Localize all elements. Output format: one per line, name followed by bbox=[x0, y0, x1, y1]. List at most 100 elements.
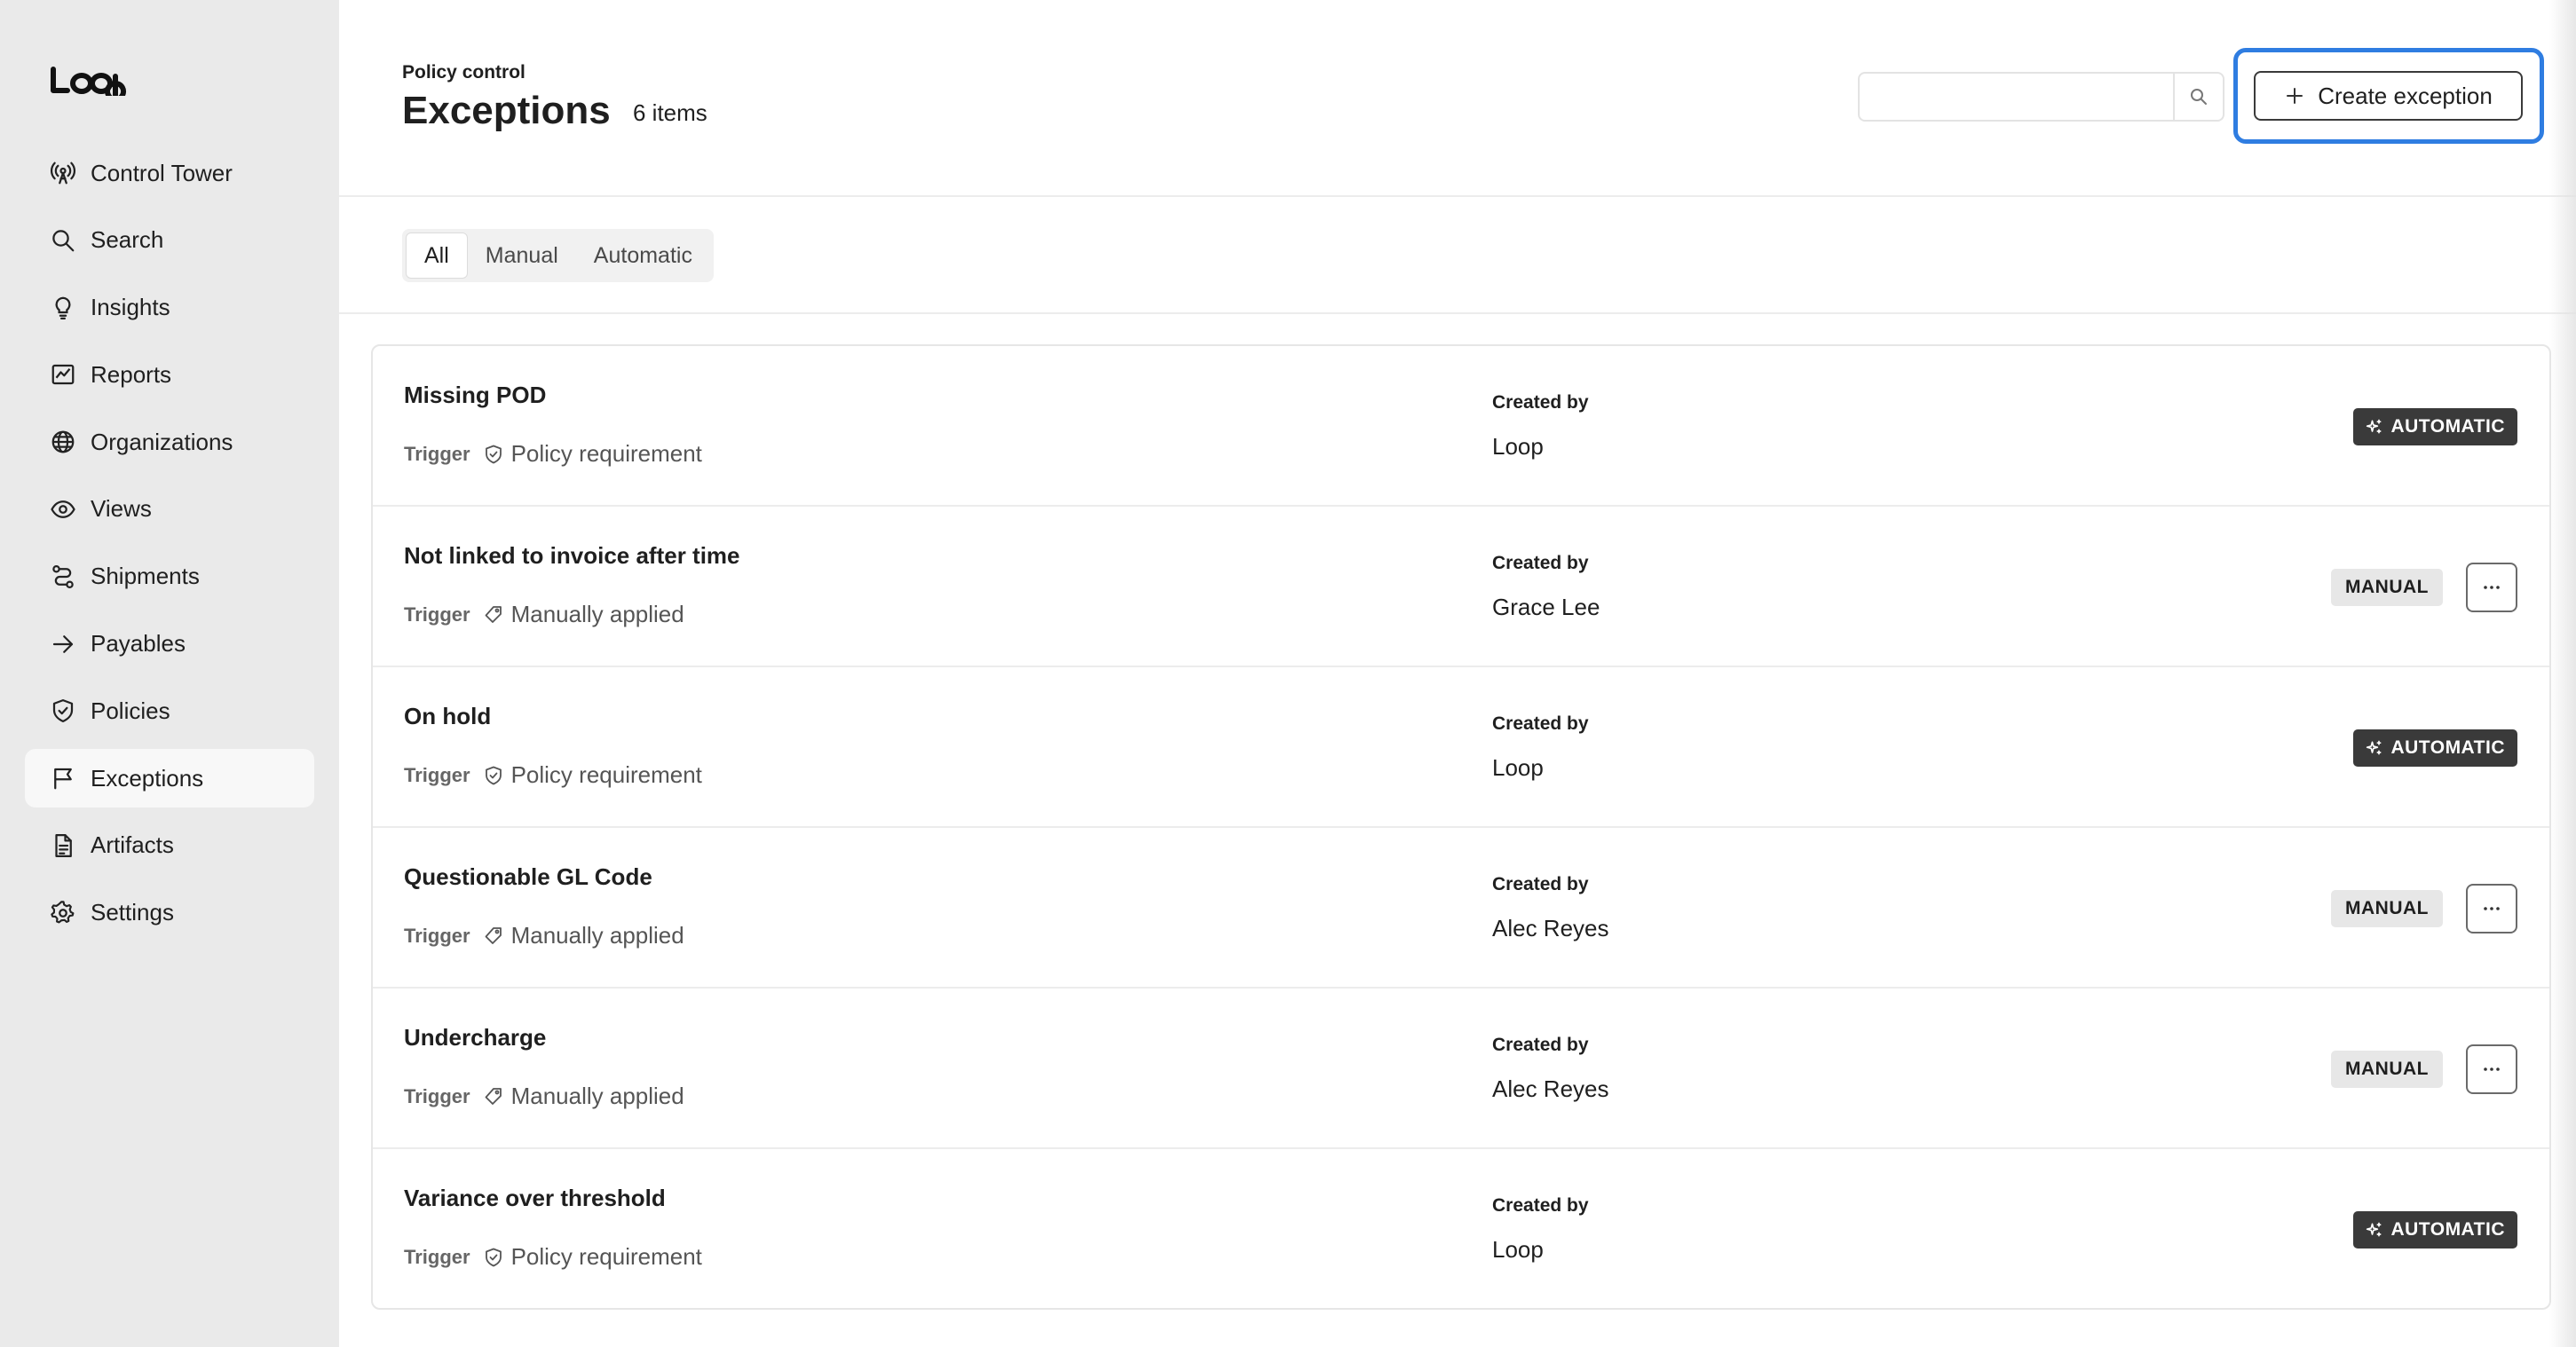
created-by-label: Created by bbox=[1492, 392, 1589, 413]
loop-logo[interactable]: LOOP bbox=[50, 66, 131, 102]
sparkle-icon bbox=[2366, 739, 2383, 757]
type-badge-label: AUTOMATIC bbox=[2390, 737, 2505, 758]
created-by-label: Created by bbox=[1492, 1035, 1589, 1055]
shield-check-icon bbox=[483, 765, 504, 786]
sidebar-item-views[interactable]: Views bbox=[25, 480, 314, 539]
antenna-icon bbox=[50, 160, 76, 186]
plus-icon bbox=[2284, 85, 2305, 106]
eye-icon bbox=[50, 496, 76, 523]
sidebar-item-control-tower[interactable]: Control Tower bbox=[25, 144, 314, 202]
more-actions-button[interactable] bbox=[2466, 884, 2517, 933]
sidebar-item-policies[interactable]: Policies bbox=[25, 681, 314, 740]
trigger-label: Trigger bbox=[404, 763, 470, 786]
globe-icon bbox=[50, 429, 76, 455]
created-by-value: Alec Reyes bbox=[1492, 915, 1609, 941]
shield-check-icon bbox=[483, 444, 504, 465]
ellipsis-icon bbox=[2484, 1067, 2500, 1071]
sidebar-item-label: Control Tower bbox=[91, 159, 233, 186]
created-by-value: Grace Lee bbox=[1492, 594, 1600, 620]
trigger-label: Trigger bbox=[404, 442, 470, 465]
trigger-info: Trigger Policy requirement bbox=[404, 440, 702, 468]
sidebar-item-organizations[interactable]: Organizations bbox=[25, 413, 314, 471]
search-box bbox=[1858, 72, 2224, 122]
sidebar-item-label: Views bbox=[91, 495, 152, 523]
sidebar-item-artifacts[interactable]: Artifacts bbox=[25, 816, 314, 875]
file-icon bbox=[50, 832, 76, 859]
search-button[interactable] bbox=[2173, 74, 2223, 120]
trigger-value: Policy requirement bbox=[510, 1243, 702, 1270]
sidebar-item-settings[interactable]: Settings bbox=[25, 884, 314, 942]
shield-check-icon bbox=[483, 1247, 504, 1268]
created-by-value: Loop bbox=[1492, 1236, 1544, 1263]
create-exception-button[interactable]: Create exception bbox=[2254, 71, 2523, 121]
created-by-value: Loop bbox=[1492, 433, 1544, 460]
create-exception-label: Create exception bbox=[2318, 82, 2493, 109]
item-count: 6 items bbox=[633, 99, 707, 126]
list-item[interactable]: Questionable GL Code Trigger Manually ap… bbox=[373, 828, 2549, 989]
created-by-label: Created by bbox=[1492, 553, 1589, 573]
exception-name: Questionable GL Code bbox=[404, 863, 652, 890]
gear-icon bbox=[50, 900, 76, 926]
tab-manual[interactable]: Manual bbox=[468, 232, 576, 279]
sidebar-item-label: Policies bbox=[91, 697, 170, 724]
ellipsis-icon bbox=[2484, 907, 2500, 910]
sidebar-item-reports[interactable]: Reports bbox=[25, 345, 314, 404]
list-item[interactable]: On hold Trigger Policy requirement Creat… bbox=[373, 667, 2549, 828]
manual-badge: MANUAL bbox=[2331, 569, 2443, 606]
exceptions-list: Missing POD Trigger Policy requirement C… bbox=[371, 344, 2551, 1310]
trigger-value: Manually applied bbox=[510, 922, 684, 949]
list-item[interactable]: Not linked to invoice after time Trigger… bbox=[373, 507, 2549, 667]
trigger-label: Trigger bbox=[404, 1245, 470, 1268]
trigger-label: Trigger bbox=[404, 1084, 470, 1107]
search-icon bbox=[50, 227, 76, 254]
tab-automatic[interactable]: Automatic bbox=[576, 232, 710, 279]
created-by-label: Created by bbox=[1492, 874, 1589, 894]
sidebar-item-label: Insights bbox=[91, 294, 170, 321]
created-by-value: Alec Reyes bbox=[1492, 1075, 1609, 1102]
exception-name: Variance over threshold bbox=[404, 1185, 666, 1211]
exception-name: Undercharge bbox=[404, 1024, 547, 1051]
main-content: Policy control Exceptions 6 items Create… bbox=[339, 0, 2576, 1347]
more-actions-button[interactable] bbox=[2466, 563, 2517, 612]
more-actions-button[interactable] bbox=[2466, 1044, 2517, 1094]
chart-icon bbox=[50, 361, 76, 388]
automatic-badge: AUTOMATIC bbox=[2353, 1211, 2517, 1249]
tag-icon bbox=[483, 604, 504, 626]
sidebar-item-label: Organizations bbox=[91, 428, 233, 455]
arrow-right-icon bbox=[50, 631, 76, 658]
list-item[interactable]: Missing POD Trigger Policy requirement C… bbox=[373, 346, 2549, 507]
sidebar-item-label: Artifacts bbox=[91, 831, 174, 859]
exception-name: Not linked to invoice after time bbox=[404, 542, 740, 569]
trigger-info: Trigger Manually applied bbox=[404, 1083, 684, 1110]
trigger-value: Policy requirement bbox=[510, 440, 702, 467]
route-icon bbox=[50, 563, 76, 590]
trigger-info: Trigger Manually applied bbox=[404, 922, 684, 949]
sidebar-item-exceptions[interactable]: Exceptions bbox=[25, 749, 314, 808]
created-by-label: Created by bbox=[1492, 713, 1589, 734]
sidebar-item-payables[interactable]: Payables bbox=[25, 615, 314, 674]
tag-icon bbox=[483, 926, 504, 947]
sparkle-icon bbox=[2366, 1221, 2383, 1239]
sparkle-icon bbox=[2366, 418, 2383, 436]
sidebar-item-label: Settings bbox=[91, 899, 174, 926]
list-item[interactable]: Variance over threshold Trigger Policy r… bbox=[373, 1149, 2549, 1308]
scroll-shadow bbox=[2549, 0, 2576, 1347]
ellipsis-icon bbox=[2484, 586, 2500, 589]
sidebar-item-search[interactable]: Search bbox=[25, 211, 314, 270]
sidebar-item-insights[interactable]: Insights bbox=[25, 279, 314, 337]
type-tabs: All Manual Automatic bbox=[402, 229, 714, 282]
sidebar-item-shipments[interactable]: Shipments bbox=[25, 547, 314, 606]
tag-icon bbox=[483, 1086, 504, 1107]
automatic-badge: AUTOMATIC bbox=[2353, 408, 2517, 445]
shield-icon bbox=[50, 697, 76, 724]
tab-all[interactable]: All bbox=[406, 232, 468, 279]
lightbulb-icon bbox=[50, 295, 76, 321]
search-input[interactable] bbox=[1860, 74, 2173, 120]
trigger-value: Manually applied bbox=[510, 1083, 684, 1109]
loop-logo-icon bbox=[51, 67, 127, 102]
trigger-label: Trigger bbox=[404, 924, 470, 947]
sidebar-item-label: Reports bbox=[91, 360, 172, 388]
filter-bar: All Manual Automatic bbox=[339, 197, 2576, 314]
trigger-info: Trigger Manually applied bbox=[404, 601, 684, 628]
list-item[interactable]: Undercharge Trigger Manually applied Cre… bbox=[373, 989, 2549, 1149]
